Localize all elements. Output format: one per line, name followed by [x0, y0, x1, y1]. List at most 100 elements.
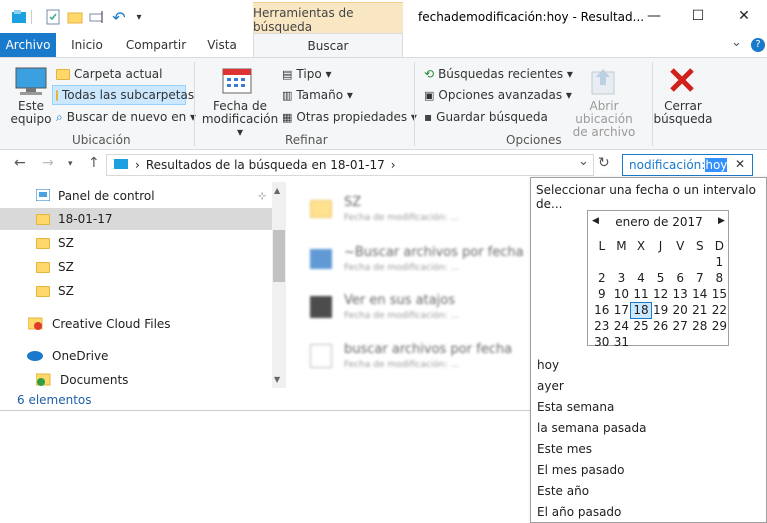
result-item[interactable]: SZ Fecha de modificación: ... [310, 195, 459, 223]
calendar-day[interactable]: 12 [651, 287, 671, 302]
up-arrow-icon[interactable]: ↑ [88, 155, 100, 171]
ribbon-expand-icon[interactable]: ⌄ [731, 35, 742, 50]
pin-icon[interactable]: ⊹ [258, 191, 266, 202]
calendar-day[interactable]: 27 [670, 319, 690, 334]
calendar-day[interactable]: 15 [710, 287, 730, 302]
date-option-ano-pasado[interactable]: El año pasado [537, 505, 621, 519]
address-path[interactable]: Resultados de la búsqueda en 18-01-17 [146, 158, 385, 172]
tamano-button[interactable]: ▥ Tamaño ▾ [282, 85, 353, 105]
abrir-ubicacion-button[interactable]: Abrir ubicación de archivo [560, 100, 648, 139]
calendar-day[interactable]: 9 [592, 287, 612, 302]
forward-arrow-icon[interactable]: → [42, 155, 54, 171]
calendar-day[interactable]: 16 [592, 303, 612, 318]
nav-scrollbar[interactable] [272, 182, 286, 388]
busquedas-recientes-button[interactable]: ⟲ Búsquedas recientes ▾ [424, 64, 573, 84]
calendar-day[interactable]: 17 [612, 303, 632, 318]
opciones-avanzadas-button[interactable]: ▣ Opciones avanzadas ▾ [424, 85, 572, 105]
calendar-day[interactable]: 2 [592, 271, 612, 286]
date-option-mes-pasado[interactable]: El mes pasado [537, 463, 624, 477]
minimize-button[interactable]: — [633, 2, 675, 30]
calendar-day[interactable]: 19 [651, 303, 671, 318]
calendar-day[interactable]: 28 [690, 319, 710, 334]
calendar-day[interactable]: 13 [670, 287, 690, 302]
date-option-hoy[interactable]: hoy [537, 358, 559, 372]
new-folder-icon[interactable] [66, 8, 84, 26]
refresh-icon[interactable]: ↻ [598, 155, 610, 171]
calendar-day[interactable]: 20 [670, 303, 690, 318]
calendar-day[interactable]: 11 [631, 287, 651, 302]
nav-item-sz[interactable]: SZ [0, 232, 272, 254]
buscar-nuevo-button[interactable]: ⌕ Buscar de nuevo en ▾ [56, 107, 196, 127]
qat-customize-icon[interactable]: ▾ [130, 8, 148, 26]
address-dropdown-icon[interactable]: ⌄ [578, 154, 589, 169]
tab-vista[interactable]: Vista [200, 33, 244, 57]
guardar-busqueda-button[interactable]: ▪ Guardar búsqueda [424, 107, 548, 127]
result-item[interactable]: buscar archivos por fecha Fecha de modifi… [310, 342, 512, 370]
address-bar[interactable]: › Resultados de la búsqueda en 18-01-17 … [106, 154, 594, 176]
calendar-day[interactable]: 29 [710, 319, 730, 334]
nav-item-sz[interactable]: SZ [0, 256, 272, 278]
nav-scrollbar-thumb[interactable] [273, 230, 285, 282]
otras-propiedades-button[interactable]: ▦ Otras propiedades ▾ [282, 107, 417, 127]
result-item[interactable]: Ver en sus atajos Fecha de modificación: … [310, 293, 459, 321]
date-option-semana-pasada[interactable]: la semana pasada [537, 421, 647, 435]
tipo-button[interactable]: ▤ Tipo ▾ [282, 64, 332, 84]
todas-subcarpetas-button[interactable]: Todas las subcarpetas [52, 85, 194, 105]
calendar-day[interactable]: 26 [651, 319, 671, 334]
fecha-modificacion-button[interactable]: Fecha de modificación ▾ [200, 100, 280, 139]
calendar-day[interactable]: 6 [670, 271, 690, 286]
explorer-icon[interactable] [10, 8, 28, 26]
nav-item-documents[interactable]: Documents [0, 369, 272, 391]
date-option-esta-semana[interactable]: Esta semana [537, 400, 614, 414]
calendar-day[interactable]: 30 [592, 335, 612, 350]
tab-compartir[interactable]: Compartir [124, 33, 188, 57]
undo-icon[interactable]: ↶ [110, 8, 128, 27]
calendar-day[interactable]: 8 [710, 271, 730, 286]
este-equipo-button[interactable]: Este equipo [8, 100, 54, 126]
group-label-ubicacion: Ubicación [72, 133, 131, 147]
search-input[interactable]: nodificación: hoy [622, 154, 753, 176]
maximize-button[interactable]: ☐ [677, 2, 719, 30]
calendar-day[interactable]: 7 [690, 271, 710, 286]
nav-item-sz[interactable]: SZ [0, 280, 272, 302]
nav-item-18-01-17[interactable]: 18-01-17 [0, 208, 272, 230]
calendar-day[interactable]: 3 [612, 271, 632, 286]
help-icon[interactable]: ? [751, 38, 765, 52]
date-option-este-ano[interactable]: Este año [537, 484, 589, 498]
nav-item-creative-cloud[interactable]: Creative Cloud Files [0, 313, 272, 335]
calendar-day[interactable]: 10 [612, 287, 632, 302]
calendar-day[interactable]: 25 [631, 319, 651, 334]
calendar-day[interactable]: 18 [630, 302, 652, 319]
calendar-day[interactable]: 5 [651, 271, 671, 286]
calendar-day[interactable]: 22 [710, 303, 730, 318]
cerrar-busqueda-button[interactable]: Cerrar búsqueda [652, 100, 714, 126]
calendar-day[interactable]: 24 [612, 319, 632, 334]
group-label-opciones: Opciones [506, 133, 562, 147]
calendar-day[interactable]: 21 [690, 303, 710, 318]
date-option-este-mes[interactable]: Este mes [537, 442, 592, 456]
carpeta-actual-button[interactable]: Carpeta actual [56, 64, 163, 84]
calendar-day[interactable]: 31 [612, 335, 632, 350]
calendar-day[interactable]: 23 [592, 319, 612, 334]
date-option-ayer[interactable]: ayer [537, 379, 564, 393]
recent-locations-icon[interactable]: ▾ [68, 159, 73, 169]
next-month-icon[interactable]: ▶ [718, 216, 725, 226]
nav-item-panel-control[interactable]: Panel de control ⊹ [0, 185, 272, 207]
computer-icon [14, 66, 48, 99]
properties-icon[interactable] [44, 8, 62, 26]
calendar-day[interactable]: 1 [710, 255, 730, 270]
tab-buscar[interactable]: Buscar [253, 33, 403, 57]
path-separator[interactable]: › [391, 158, 396, 172]
rename-icon[interactable] [88, 8, 106, 26]
tab-inicio[interactable]: Inicio [64, 33, 110, 57]
scroll-up-icon[interactable]: ▲ [274, 186, 280, 195]
tab-archivo[interactable]: Archivo [0, 33, 56, 57]
nav-item-onedrive[interactable]: OneDrive [0, 345, 272, 367]
close-button[interactable]: ✕ [723, 2, 765, 30]
back-arrow-icon[interactable]: ← [14, 155, 26, 171]
clear-search-icon[interactable]: ✕ [735, 157, 745, 171]
calendar-day[interactable]: 4 [631, 271, 651, 286]
scroll-down-icon[interactable]: ▼ [274, 375, 280, 384]
result-item[interactable]: ~Buscar archivos por fecha Fecha de modif… [310, 245, 524, 273]
calendar-day[interactable]: 14 [690, 287, 710, 302]
